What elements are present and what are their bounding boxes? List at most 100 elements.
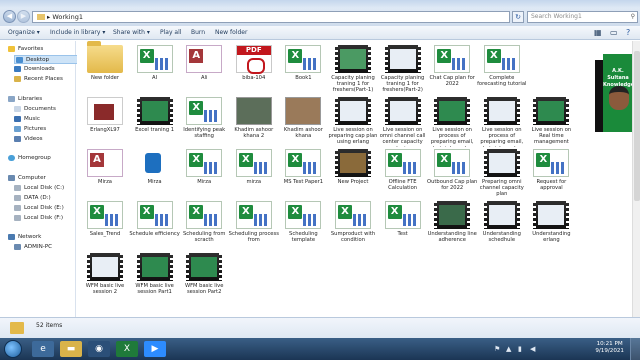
file-name: Capacity planing traning 1 for freshers(… — [380, 75, 425, 94]
nav-videos[interactable]: Videos — [14, 135, 43, 144]
excel-file-icon — [235, 201, 272, 229]
explorer-taskbar-icon[interactable]: ▬ — [60, 341, 82, 357]
file-item[interactable]: New Project — [329, 147, 377, 199]
file-item[interactable]: AI — [131, 43, 179, 95]
file-item[interactable]: Mirza — [81, 147, 129, 199]
share-with-menu[interactable]: Share with ▾ — [113, 29, 150, 36]
file-item[interactable]: Request for approval — [527, 147, 575, 199]
file-item[interactable]: Sales_Trend — [81, 199, 129, 251]
nav-label: Recent Places — [24, 76, 63, 82]
file-item[interactable]: mirza — [230, 147, 278, 199]
ie-icon[interactable]: e — [32, 341, 54, 357]
file-item[interactable]: Test — [379, 199, 427, 251]
file-item[interactable]: Excel traning 1 — [131, 95, 179, 147]
file-item[interactable]: Understanding schedhule — [478, 199, 526, 251]
file-item[interactable]: Scheduling process from — [229, 199, 279, 251]
zoom-icon[interactable]: ▶ — [144, 341, 166, 357]
file-item[interactable]: Preparing omni channel capacity plan — [478, 147, 526, 199]
nav-pictures[interactable]: Pictures — [14, 125, 46, 134]
nav-network[interactable]: Network — [8, 233, 41, 242]
file-item[interactable]: Outbound Cap plan for 2022 — [427, 147, 477, 199]
file-item[interactable]: Mirza — [131, 147, 179, 199]
file-item[interactable]: Sumproduct with condition — [329, 199, 377, 251]
nav-favorites[interactable]: Favorites — [8, 45, 43, 54]
file-item[interactable]: Live session on process of preparing ema… — [428, 95, 476, 147]
file-item[interactable]: Khadim ashoor khana — [279, 95, 327, 147]
nav-disk-f[interactable]: Local Disk (F:) — [14, 214, 63, 223]
flag-icon[interactable]: ⚑ — [494, 345, 500, 353]
nav-admin-pc[interactable]: ADMIN-PC — [14, 243, 52, 252]
chrome-icon[interactable]: ◉ — [88, 341, 110, 357]
volume-icon[interactable]: ◀ — [530, 345, 535, 353]
excel-file-icon — [285, 201, 322, 229]
burn-button[interactable]: Burn — [191, 29, 205, 36]
refresh-button[interactable]: ↻ — [512, 11, 524, 23]
search-input[interactable]: Search Working1 ⚲ — [527, 11, 638, 23]
file-item[interactable]: MS Test Paper1 — [279, 147, 327, 199]
address-bar[interactable]: ▸ Working1 — [32, 11, 510, 23]
file-item[interactable]: Capacity planing traning 1 for freshers(… — [329, 43, 377, 95]
new-folder-button[interactable]: New folder — [215, 29, 247, 36]
file-item[interactable]: Live session on preparing cap plan using… — [329, 95, 377, 147]
nav-disk-d[interactable]: DATA (D:) — [14, 194, 51, 203]
nav-label: Local Disk (E:) — [24, 205, 64, 211]
nav-recent-places[interactable]: Recent Places — [14, 75, 63, 84]
file-item[interactable]: Live session on omni channel call center… — [379, 95, 427, 147]
file-item[interactable]: Chat Cap plan for 2022 — [428, 43, 476, 95]
start-button[interactable] — [4, 340, 22, 358]
back-button[interactable]: ◀ — [3, 10, 16, 23]
preview-pane-icon[interactable]: ▭ — [610, 28, 618, 37]
file-item[interactable]: WFM basic live session 2 — [81, 251, 129, 303]
file-item[interactable]: Khadim ashoor khana 2 — [230, 95, 278, 147]
scrollbar-thumb[interactable] — [634, 51, 640, 201]
view-options-icon[interactable]: ▦ — [594, 28, 602, 37]
nav-computer[interactable]: Computer — [8, 174, 46, 183]
nav-disk-e[interactable]: Local Disk (E:) — [14, 204, 64, 213]
file-item[interactable]: Book1 — [279, 43, 327, 95]
file-name: AI — [152, 75, 158, 81]
file-item[interactable]: biba-104 — [230, 43, 278, 95]
show-hidden-icons-icon[interactable]: ▲ — [506, 345, 511, 353]
file-item[interactable]: Scheduling template — [279, 199, 327, 251]
nav-libraries[interactable]: Libraries — [8, 95, 42, 104]
file-item[interactable]: Identifying peak staffing — [180, 95, 228, 147]
file-item[interactable]: Live session on process of preparing ema… — [478, 95, 526, 147]
file-item[interactable]: WFM basic live session Part2 — [180, 251, 228, 303]
forward-button[interactable]: ▶ — [17, 10, 30, 23]
file-item[interactable]: ErlangXL97 — [81, 95, 129, 147]
file-item[interactable]: Schedule efficiency — [129, 199, 180, 251]
downloads-icon — [14, 65, 21, 72]
vertical-scrollbar[interactable] — [632, 41, 640, 317]
file-item[interactable]: Understanding line adherence — [428, 199, 477, 251]
clock[interactable]: 10:21 PM 9/19/2021 — [595, 341, 624, 355]
file-item[interactable]: Understanding erlang — [527, 199, 575, 251]
disk-icon — [14, 214, 21, 221]
file-item[interactable]: Scheduling from scracth — [180, 199, 228, 251]
file-item[interactable]: Complete forecasting tutorial — [477, 43, 526, 95]
play-all-button[interactable]: Play all — [160, 29, 181, 36]
file-item[interactable]: WFM basic live session Part1 — [131, 251, 179, 303]
video-thumbnail-icon — [384, 45, 421, 73]
help-icon[interactable]: ? — [626, 28, 630, 37]
network-status-icon[interactable]: ▮ — [518, 345, 522, 353]
desktop-icon — [16, 56, 23, 63]
nav-documents[interactable]: Documents — [14, 105, 56, 114]
file-item[interactable]: Capacity planing traning 1 for freshers(… — [379, 43, 427, 95]
file-name: Scheduling template — [289, 231, 318, 244]
show-desktop-button[interactable] — [630, 338, 640, 360]
organize-menu[interactable]: Organize ▾ — [8, 29, 40, 36]
nav-homegroup[interactable]: Homegroup — [8, 154, 51, 163]
nav-music[interactable]: Music — [14, 115, 40, 124]
nav-downloads[interactable]: Downloads — [14, 65, 55, 74]
file-item[interactable]: Ali — [180, 43, 228, 95]
star-icon — [8, 45, 15, 52]
nav-disk-c[interactable]: Local Disk (C:) — [14, 184, 64, 193]
file-item[interactable]: Mirza — [180, 147, 228, 199]
include-in-library-menu[interactable]: Include in library ▾ — [50, 29, 105, 36]
file-item[interactable]: New folder — [81, 41, 129, 95]
documents-icon — [14, 105, 21, 112]
excel-icon[interactable]: X — [116, 341, 138, 357]
nav-desktop[interactable]: Desktop — [14, 55, 82, 64]
file-item[interactable]: Live session on Real time management — [527, 95, 575, 147]
file-item[interactable]: Offline FTE Calculation — [379, 147, 427, 199]
